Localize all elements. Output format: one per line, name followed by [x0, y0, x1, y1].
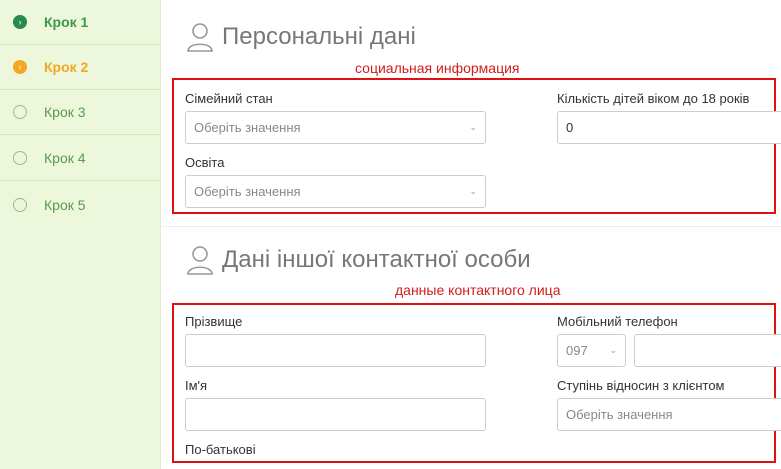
- social-info-annotation: социальная информация: [355, 60, 520, 76]
- education-label: Освіта: [185, 155, 225, 170]
- education-select[interactable]: Оберіть значення ⌄: [185, 175, 486, 208]
- phone-code-select[interactable]: 097 ⌄: [557, 334, 626, 367]
- sidebar-step-3[interactable]: Крок 3: [0, 90, 160, 135]
- children-count-label: Кількість дітей віком до 18 років: [557, 91, 750, 106]
- section-title-text: Персональні дані: [222, 23, 416, 50]
- phone-number-input[interactable]: [634, 334, 781, 367]
- step-label: Крок 5: [44, 196, 86, 213]
- section-divider: [160, 226, 781, 227]
- step-done-icon: ›: [13, 15, 27, 29]
- sidebar-step-2[interactable]: › Крок 2: [0, 45, 160, 90]
- active-step-pointer: [154, 62, 160, 74]
- relation-value: Оберіть значення: [566, 407, 673, 422]
- person-icon: [187, 246, 213, 275]
- marital-status-label: Сімейний стан: [185, 91, 273, 106]
- step-pending-icon: [13, 197, 27, 212]
- step-active-icon: ›: [13, 60, 27, 74]
- patronymic-label: По-батькові: [185, 442, 256, 457]
- marital-status-select[interactable]: Оберіть значення ⌄: [185, 111, 486, 144]
- first-name-input[interactable]: [185, 398, 486, 431]
- phone-code-value: 097: [566, 343, 588, 358]
- sidebar-step-1[interactable]: › Крок 1: [0, 0, 160, 45]
- chevron-down-icon: ⌄: [469, 186, 477, 196]
- relation-label: Ступінь відносин з клієнтом: [557, 378, 725, 393]
- personal-section-title: Персональні дані: [186, 22, 416, 52]
- surname-input[interactable]: [185, 334, 486, 367]
- relation-select[interactable]: Оберіть значення: [557, 398, 781, 431]
- step-label: Крок 4: [44, 150, 86, 166]
- steps-sidebar: › Крок 1 › Крок 2 Крок 3 Крок 4 Крок 5: [0, 0, 161, 469]
- children-count-input[interactable]: 0: [557, 111, 781, 144]
- sidebar-step-5[interactable]: Крок 5: [0, 182, 160, 227]
- marital-status-value: Оберіть значення: [194, 120, 301, 135]
- surname-label: Прізвище: [185, 314, 243, 329]
- contact-info-annotation: данные контактного лица: [395, 282, 561, 298]
- education-value: Оберіть значення: [194, 184, 301, 199]
- chevron-down-icon: ⌄: [469, 122, 477, 132]
- step-label: Крок 2: [44, 59, 89, 75]
- mobile-phone-label: Мобільний телефон: [557, 314, 678, 329]
- step-label: Крок 3: [44, 104, 86, 120]
- person-icon: [187, 23, 213, 52]
- chevron-down-icon: ⌄: [609, 345, 617, 355]
- step-label: Крок 1: [44, 14, 89, 30]
- sidebar-step-4[interactable]: Крок 4: [0, 136, 160, 181]
- contact-section-title: Дані іншої контактної особи: [186, 245, 531, 275]
- first-name-label: Ім'я: [185, 378, 208, 393]
- step-pending-icon: [13, 105, 27, 119]
- children-count-value: 0: [566, 120, 574, 135]
- section-title-text: Дані іншої контактної особи: [222, 246, 531, 273]
- step-pending-icon: [13, 151, 27, 165]
